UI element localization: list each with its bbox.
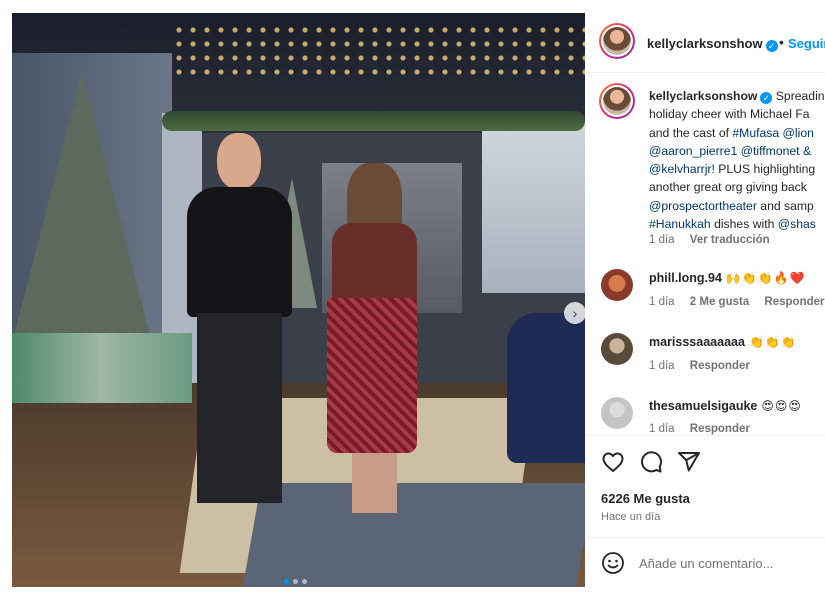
post-caption: kellyclarksonshow ✓ Spreadin holiday chee… (649, 87, 825, 233)
carousel-dot (293, 579, 298, 584)
translate-link[interactable]: Ver traducción (690, 234, 770, 246)
caption-link[interactable]: @aaron_pierre1 (649, 144, 737, 158)
comment-username[interactable]: thesamuelsigauke (649, 399, 757, 413)
comment-input[interactable] (639, 553, 819, 573)
comment-meta: 1 día Responder (649, 360, 750, 372)
caption-link[interactable]: @kelvharrjr! (649, 162, 715, 176)
smiley-icon[interactable] (601, 551, 625, 575)
caption-line: @prospectortheater and samp (649, 198, 814, 213)
avatar[interactable] (601, 333, 633, 365)
carousel-dot (302, 579, 307, 584)
caption-link[interactable]: #Mufasa (732, 126, 779, 140)
verified-badge-icon: ✓ (765, 40, 778, 52)
avatar[interactable] (601, 397, 633, 429)
caption-line: Spreadin (775, 89, 825, 103)
chevron-right-icon[interactable]: › (564, 302, 585, 324)
photo-window (482, 123, 585, 293)
comment-2: marisssaaaaaaa 👏👏👏 (649, 335, 797, 349)
comment-icon[interactable] (639, 450, 663, 474)
carousel-dots (284, 579, 307, 584)
heart-icon[interactable] (601, 450, 625, 474)
caption-avatar[interactable] (599, 83, 635, 119)
comment-username[interactable]: phill.long.94 (649, 271, 722, 285)
post-side-panel: kellyclarksonshow ✓ • Seguir kellyclarkso… (585, 13, 825, 587)
caption-line: another great org giving back (649, 180, 807, 195)
post-timestamp[interactable]: Hace un día (601, 511, 660, 523)
avatar[interactable] (601, 269, 633, 301)
header-username[interactable]: kellyclarksonshow ✓ (647, 36, 778, 52)
post-header: kellyclarksonshow ✓ • Seguir (585, 13, 825, 73)
carousel-dot (284, 579, 289, 584)
comment-age: 1 día (649, 360, 675, 372)
caption-link[interactable]: @tiffmonet (741, 144, 800, 158)
reply-button[interactable]: Responder (764, 296, 824, 308)
caption-link[interactable]: #Hanukkah (649, 217, 711, 231)
photo-christmas-tree (12, 73, 152, 343)
comment-likes[interactable]: 2 Me gusta (690, 296, 749, 308)
photo-person-man (167, 133, 307, 523)
caption-line: #Hanukkah dishes with @shas (649, 217, 816, 232)
caption-line[interactable]: @aaron_pierre1 @tiffmonet & (649, 142, 825, 160)
header-separator: • (779, 34, 784, 50)
header-username-text[interactable]: kellyclarksonshow (647, 36, 763, 51)
caption-link[interactable]: @shas (778, 217, 816, 231)
likes-count[interactable]: 6226 Me gusta (601, 491, 690, 506)
follow-button[interactable]: Seguir (788, 36, 825, 51)
reply-button[interactable]: Responder (690, 360, 750, 372)
caption-line: holiday cheer with Michael Fa (649, 107, 810, 122)
caption-meta: 1 día Ver traducción (649, 234, 770, 246)
share-icon[interactable] (677, 450, 701, 474)
comment-text: 🙌👏👏🔥❤️ (725, 271, 806, 285)
photo-string-lights (172, 23, 585, 83)
comment-text: 😍😍😍 (761, 399, 802, 413)
comment-3: thesamuelsigauke 😍😍😍 (649, 399, 802, 413)
comment-username[interactable]: marisssaaaaaaa (649, 335, 745, 349)
comment-age: 1 día (649, 296, 675, 308)
comment-1: phill.long.94 🙌👏👏🔥❤️ (649, 271, 806, 285)
comment-meta: 1 día 2 Me gusta Responder (649, 296, 825, 308)
caption-line: and the cast of #Mufasa @lion (649, 125, 814, 140)
caption-link[interactable]: @prospectortheater (649, 199, 757, 213)
post-photo[interactable]: › (12, 13, 585, 587)
caption-age: 1 día (649, 234, 675, 246)
add-comment-bar (585, 537, 825, 587)
comment-age: 1 día (649, 423, 675, 435)
caption-username[interactable]: kellyclarksonshow (649, 89, 757, 103)
comment-text: 👏👏👏 (748, 335, 797, 349)
reply-button[interactable]: Responder (690, 423, 750, 435)
comment-meta: 1 día Responder (649, 423, 750, 435)
photo-gift-boxes (12, 333, 192, 403)
photo-sofa (507, 313, 585, 463)
caption-link[interactable]: @lion (783, 126, 814, 140)
photo-garland (162, 111, 585, 131)
verified-badge-icon: ✓ (760, 92, 773, 104)
avatar[interactable] (599, 23, 635, 59)
caption-line: @kelvharrjr! PLUS highlighting (649, 162, 816, 177)
photo-person-woman (317, 163, 427, 523)
